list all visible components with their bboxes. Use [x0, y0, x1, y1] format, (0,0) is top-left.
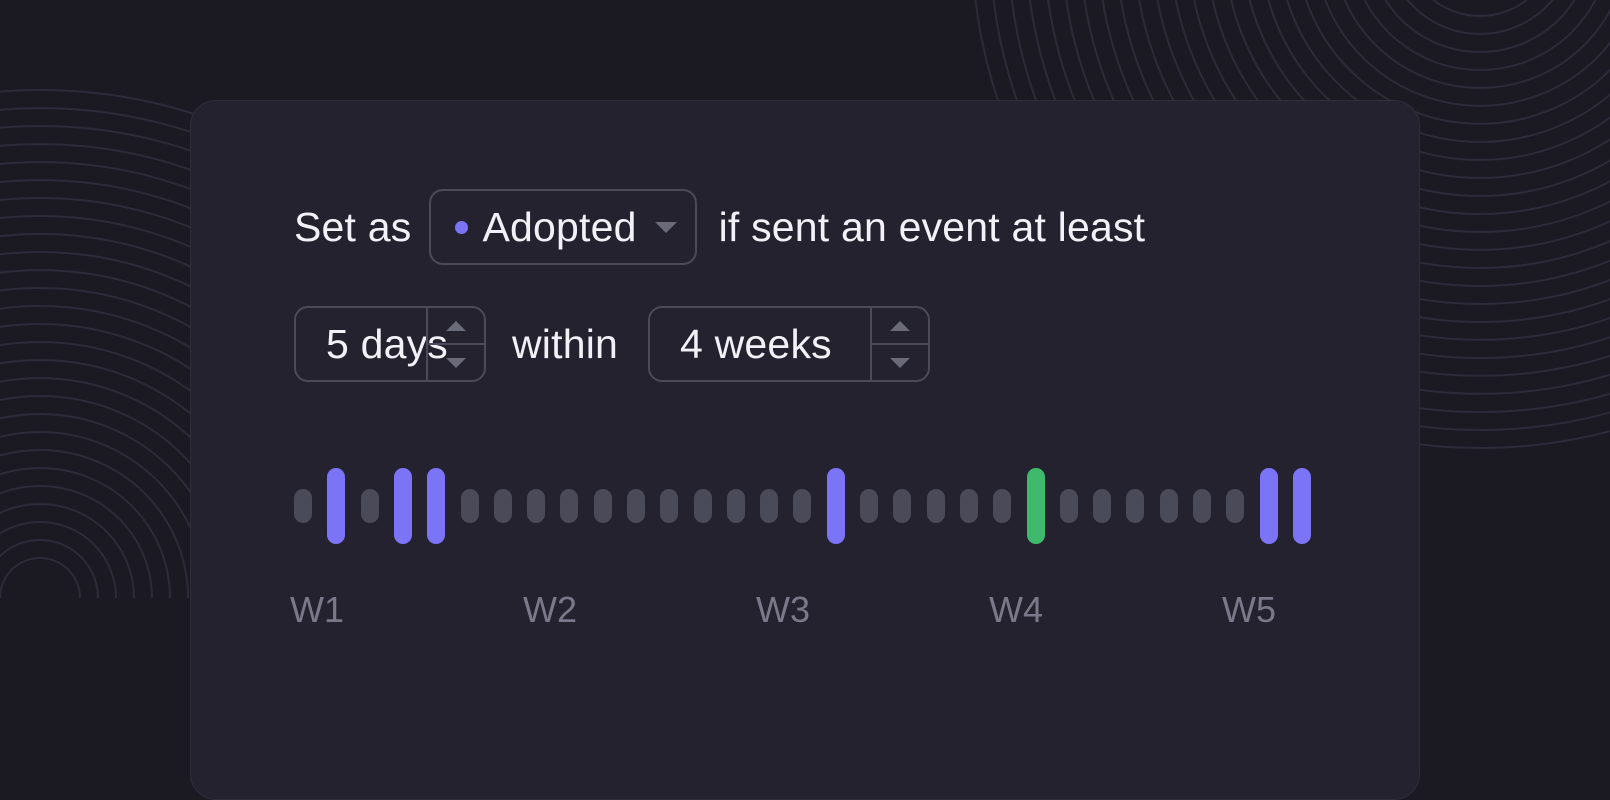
- status-select-value: Adopted: [482, 203, 637, 250]
- week-labels: W1 W2 W3 W4 W5: [290, 589, 1334, 639]
- day-bar-inactive: [760, 489, 778, 523]
- day-bar-inactive: [860, 489, 878, 523]
- days-decrement-button[interactable]: [428, 343, 484, 380]
- week-label: W4: [989, 589, 1043, 630]
- day-bar-inactive: [560, 489, 578, 523]
- within-text: within: [512, 320, 619, 367]
- days-stepper-arrows: [426, 308, 484, 380]
- day-bar-inactive: [793, 489, 811, 523]
- day-bar-inactive: [627, 489, 645, 523]
- day-bar-inactive: [527, 489, 545, 523]
- day-bar-active: [427, 468, 445, 544]
- weeks-stepper-arrows: [870, 308, 929, 380]
- rule-suffix-text: if sent an event at least: [718, 203, 1146, 250]
- days-increment-button[interactable]: [428, 308, 484, 343]
- day-bar-active: [394, 468, 412, 544]
- day-bar-inactive: [727, 489, 745, 523]
- week-label: W1: [290, 589, 344, 630]
- rule-prefix-text: Set as: [294, 203, 412, 250]
- weeks-decrement-button[interactable]: [872, 343, 929, 380]
- day-bar-inactive: [1093, 489, 1111, 523]
- day-bar-inactive: [494, 489, 512, 523]
- day-bar-inactive: [1160, 489, 1178, 523]
- activity-timeline: [294, 467, 1334, 545]
- day-bar-inactive: [927, 489, 945, 523]
- weeks-stepper[interactable]: 4 weeks: [648, 306, 931, 382]
- arrow-down-icon: [446, 357, 466, 368]
- day-bar-inactive: [1060, 489, 1078, 523]
- day-bar-inactive: [461, 489, 479, 523]
- day-bar-inactive: [960, 489, 978, 523]
- day-bar-adopted: [1027, 468, 1045, 544]
- day-bar-inactive: [660, 489, 678, 523]
- weeks-stepper-value[interactable]: 4 weeks: [650, 308, 870, 380]
- day-bar-active: [327, 468, 345, 544]
- day-bar-inactive: [993, 489, 1011, 523]
- day-bar-inactive: [361, 489, 379, 523]
- day-bar-inactive: [893, 489, 911, 523]
- week-label: W3: [756, 589, 810, 630]
- day-bar-active: [827, 468, 845, 544]
- arrow-down-icon: [890, 357, 911, 368]
- days-stepper-value[interactable]: 5 days: [296, 308, 448, 380]
- day-bar-inactive: [1193, 489, 1211, 523]
- chevron-down-icon: [654, 221, 677, 233]
- week-label: W2: [523, 589, 577, 630]
- days-stepper[interactable]: 5 days: [294, 306, 486, 382]
- day-bar-active: [1260, 468, 1278, 544]
- status-select[interactable]: Adopted: [429, 189, 697, 265]
- adoption-rule-card: Set as Adopted if sent an event at least…: [190, 100, 1420, 800]
- arrow-up-icon: [890, 320, 911, 331]
- weeks-increment-button[interactable]: [872, 308, 928, 343]
- day-bar-inactive: [294, 489, 312, 523]
- rule-frequency: 5 days within 4 weeks: [294, 305, 931, 383]
- rule-sentence: Set as Adopted if sent an event at least: [294, 188, 1145, 266]
- day-bar-inactive: [1226, 489, 1244, 523]
- day-bar-active: [1293, 468, 1311, 544]
- day-bar-inactive: [694, 489, 712, 523]
- purple-dot-icon: [455, 220, 469, 234]
- day-bar-inactive: [1126, 489, 1144, 523]
- week-label: W5: [1222, 589, 1276, 630]
- day-bar-inactive: [594, 489, 612, 523]
- arrow-up-icon: [446, 320, 466, 331]
